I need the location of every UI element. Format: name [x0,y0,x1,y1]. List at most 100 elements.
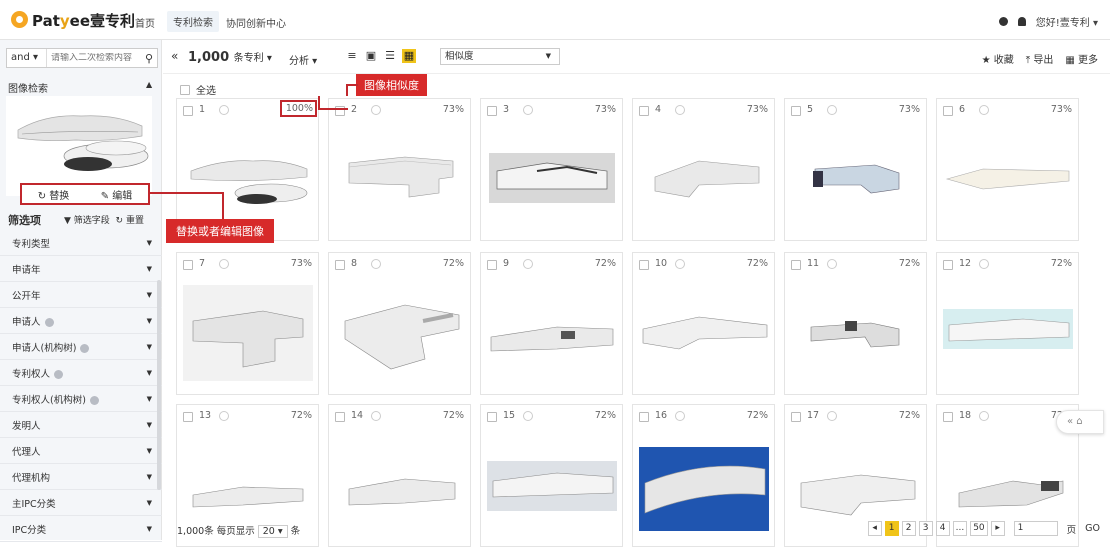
result-checkbox[interactable] [183,260,193,270]
detail-view-icon[interactable]: ☰ [383,49,397,63]
nav-home[interactable]: 首页 [135,15,155,30]
status-circle-icon[interactable] [523,105,533,115]
nav-patent-search[interactable]: 专利检索 [167,11,219,32]
reset-button[interactable]: ↻ 重置 [116,216,144,226]
filter-item[interactable]: 专利类型 ▼ [0,230,162,256]
result-card[interactable]: 7 73% [176,252,319,395]
page-button[interactable]: 2 [901,521,916,536]
goto-page-input[interactable]: 1 [1013,521,1058,536]
result-card[interactable]: 3 73% [480,98,623,241]
result-checkbox[interactable] [487,106,497,116]
result-checkbox[interactable] [791,106,801,116]
result-checkbox[interactable] [487,412,497,422]
filter-item[interactable]: 申请年 ▼ [0,256,162,282]
page-button[interactable]: 50 [970,521,988,536]
result-image[interactable] [335,281,465,381]
result-card[interactable]: 2 73% [328,98,471,241]
result-image[interactable] [487,433,617,533]
help-icon[interactable] [54,369,64,379]
filter-item[interactable]: IPC分类 ▼ [0,516,162,542]
result-card[interactable]: 10 72% [632,252,775,395]
result-card[interactable]: 12 72% [936,252,1079,395]
result-image[interactable] [639,433,769,533]
result-image[interactable] [183,433,313,533]
filter-item[interactable]: 主IPC分类 ▼ [0,490,162,516]
page-button[interactable]: 4 [935,521,950,536]
result-count[interactable]: 1,000 条专利 ▾ [188,49,272,65]
result-image[interactable] [487,281,617,381]
result-checkbox[interactable] [639,412,649,422]
page-button[interactable]: 1 [884,521,899,536]
filter-item[interactable]: 专利权人 ▼ [0,360,162,386]
result-card[interactable]: 5 73% [784,98,927,241]
result-image[interactable] [487,127,617,227]
status-circle-icon[interactable] [371,259,381,269]
filter-item[interactable]: 公开年 ▼ [0,282,162,308]
result-checkbox[interactable] [487,260,497,270]
image-view-icon[interactable]: ▣ [364,49,378,63]
filter-fields-button[interactable]: ▼ 筛选字段 [64,216,110,226]
filter-item[interactable]: 代理机构 ▼ [0,464,162,490]
result-checkbox[interactable] [791,260,801,270]
status-circle-icon[interactable] [979,411,989,421]
help-icon[interactable] [80,343,90,353]
result-image[interactable] [335,127,465,227]
user-menu[interactable]: 您好!壹专利 ▾ [1036,14,1098,29]
next-page-button[interactable]: ▸ [990,521,1005,536]
clock-icon[interactable] [998,17,1008,26]
collapse-icon[interactable]: ▲ [146,80,152,89]
edit-image-button[interactable]: ✎ 编辑 [101,187,133,202]
result-checkbox[interactable] [639,106,649,116]
status-circle-icon[interactable] [523,411,533,421]
float-service-button[interactable]: « ⌂ [1056,410,1104,434]
result-image[interactable] [791,433,921,533]
status-circle-icon[interactable] [219,411,229,421]
help-icon[interactable] [89,395,99,405]
secondary-search-input[interactable] [47,53,141,63]
result-checkbox[interactable] [335,412,345,422]
status-circle-icon[interactable] [827,259,837,269]
status-circle-icon[interactable] [675,411,685,421]
export-button[interactable]: ⤒ 导出 [1026,51,1054,66]
status-circle-icon[interactable] [675,259,685,269]
filter-item[interactable]: 专利权人(机构树) ▼ [0,386,162,412]
result-checkbox[interactable] [335,260,345,270]
replace-image-button[interactable]: ↻ 替换 [38,187,70,202]
result-card[interactable]: 6 73% [936,98,1079,241]
filter-item[interactable]: 代理人 ▼ [0,438,162,464]
filter-item[interactable]: 发明人 ▼ [0,412,162,438]
result-card[interactable]: 8 72% [328,252,471,395]
status-circle-icon[interactable] [827,105,837,115]
status-circle-icon[interactable] [979,259,989,269]
result-image[interactable] [639,127,769,227]
result-image[interactable] [943,433,1073,533]
result-image[interactable] [335,433,465,533]
status-circle-icon[interactable] [219,105,229,115]
sidebar-scrollbar[interactable] [157,280,161,490]
logic-select[interactable]: and ▾ [7,49,47,67]
result-checkbox[interactable] [639,260,649,270]
go-button[interactable]: GO [1085,523,1100,534]
result-checkbox[interactable] [183,106,193,116]
favorite-button[interactable]: ★ 收藏 [982,51,1014,66]
result-checkbox[interactable] [183,412,193,422]
search-icon[interactable]: ⚲ [141,52,157,65]
grid-view-icon[interactable]: ▦ [402,49,416,63]
filter-item[interactable]: 申请人(机构树) ▼ [0,334,162,360]
page-button[interactable]: 3 [918,521,933,536]
result-image[interactable] [791,281,921,381]
result-checkbox[interactable] [943,260,953,270]
select-all[interactable]: 全选 [180,82,216,97]
more-button[interactable]: ▦ 更多 [1065,51,1098,66]
status-circle-icon[interactable] [371,105,381,115]
page-size-select[interactable]: 20 ▾ [257,525,288,538]
status-circle-icon[interactable] [979,105,989,115]
prev-page-button[interactable]: ◂ [867,521,882,536]
result-card[interactable]: 9 72% [480,252,623,395]
status-circle-icon[interactable] [675,105,685,115]
result-image[interactable] [639,281,769,381]
brand-logo[interactable]: Patyee壹专利 [32,10,135,31]
result-image[interactable] [791,127,921,227]
status-circle-icon[interactable] [523,259,533,269]
result-image[interactable] [943,281,1073,381]
